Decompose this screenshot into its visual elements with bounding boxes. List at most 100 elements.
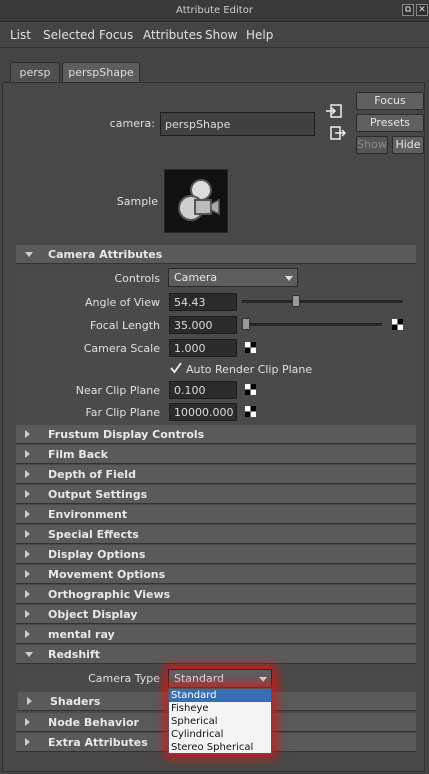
title-bar: Attribute Editor ⧉ ✕ [0,0,429,22]
section-title: Output Settings [48,488,148,501]
chevron-down-icon [259,677,267,682]
chevron-down-icon [285,276,293,281]
section-camera-attributes[interactable]: Camera Attributes [16,245,416,264]
node-label: camera: [109,117,155,130]
option-spherical[interactable]: Spherical [169,715,271,728]
section-display-options[interactable]: Display Options [16,545,416,564]
section-depth-of-field[interactable]: Depth of Field [16,465,416,484]
expand-arrow-icon [25,252,33,257]
menu-show[interactable]: Show [205,28,237,42]
tab-persp[interactable]: persp [10,62,60,82]
expand-arrow-icon [27,697,32,705]
angle-of-view-label: Angle of View [84,296,160,309]
camera-swatch-icon [178,179,220,221]
angle-of-view-slider[interactable] [242,300,403,303]
controls-label: Controls [114,272,161,285]
expand-arrow-icon [25,530,30,538]
controls-value: Camera [174,271,218,284]
camera-type-dropdown[interactable]: Standard [168,669,272,688]
camera-type-label: Camera Type [88,672,160,685]
tab-bar: persp perspShape [0,48,429,82]
window-title: Attribute Editor [176,5,253,16]
expand-arrow-icon [25,738,30,746]
expand-arrow-icon [25,630,30,638]
menu-list[interactable]: List [10,28,31,42]
menu-attributes[interactable]: Attributes [143,28,202,42]
camera-type-value: Standard [174,672,225,685]
section-movement-options[interactable]: Movement Options [16,565,416,584]
section-title: Extra Attributes [48,736,148,749]
expand-arrow-icon [25,570,30,578]
menu-help[interactable]: Help [246,28,273,42]
section-film-back[interactable]: Film Back [16,445,416,464]
focal-length-slider[interactable] [242,323,382,326]
input-connection-icon[interactable] [326,104,342,118]
focus-button[interactable]: Focus [356,92,424,110]
section-redshift[interactable]: Redshift [16,645,416,664]
section-title: Frustum Display Controls [48,428,205,441]
output-connection-icon[interactable] [330,126,346,140]
expand-arrow-icon [25,470,30,478]
angle-slider-thumb[interactable] [292,295,301,307]
section-title: Display Options [48,548,146,561]
sample-swatch [164,169,228,233]
camera-type-options: Standard Fisheye Spherical Cylindrical S… [168,688,272,754]
show-button[interactable]: Show [356,136,388,154]
section-title: Film Back [48,448,108,461]
section-title: Depth of Field [48,468,136,481]
menu-bar: List Selected Focus Attributes Show Help [0,22,429,48]
angle-of-view-field[interactable]: 54.43 [169,293,237,311]
map-texture-icon[interactable] [245,406,256,417]
expand-arrow-icon [25,652,33,657]
section-orthographic-views[interactable]: Orthographic Views [16,585,416,604]
map-texture-icon[interactable] [392,319,403,330]
auto-clip-label: Auto Render Clip Plane [186,363,313,376]
close-icon[interactable]: ✕ [416,4,428,16]
section-object-display[interactable]: Object Display [16,605,416,624]
map-texture-icon[interactable] [245,384,256,395]
tab-perspshape[interactable]: perspShape [62,62,140,82]
section-title: Environment [48,508,128,521]
checkbox-checked-icon[interactable] [170,362,182,374]
menu-selected[interactable]: Selected [43,28,95,42]
far-clip-label: Far Clip Plane [85,406,160,419]
section-title: Camera Attributes [48,248,163,261]
section-title: mental ray [48,628,115,641]
restore-icon[interactable]: ⧉ [402,4,414,16]
section-output-settings[interactable]: Output Settings [16,485,416,504]
node-name-field[interactable]: perspShape [160,112,315,136]
section-special-effects[interactable]: Special Effects [16,525,416,544]
expand-arrow-icon [25,490,30,498]
hide-button[interactable]: Hide [392,136,424,154]
expand-arrow-icon [25,610,30,618]
section-mental-ray[interactable]: mental ray [16,625,416,644]
section-title: Node Behavior [48,716,139,729]
controls-dropdown[interactable]: Camera [168,268,298,287]
presets-button[interactable]: Presets [356,114,424,132]
section-title: Orthographic Views [48,588,171,601]
near-clip-field[interactable]: 0.100 [169,381,237,399]
menu-focus[interactable]: Focus [99,28,133,42]
option-stereo-spherical[interactable]: Stereo Spherical [169,741,271,754]
section-environment[interactable]: Environment [16,505,416,524]
camera-scale-field[interactable]: 1.000 [169,339,237,357]
expand-arrow-icon [25,510,30,518]
option-fisheye[interactable]: Fisheye [169,702,271,715]
expand-arrow-icon [25,550,30,558]
camera-scale-label: Camera Scale [83,342,160,355]
far-clip-field[interactable]: 10000.000 [169,403,237,421]
sample-label: Sample [116,195,158,208]
section-title: Object Display [48,608,138,621]
section-title: Shaders [50,695,101,708]
option-standard[interactable]: Standard [169,689,271,702]
expand-arrow-icon [25,450,30,458]
focal-length-field[interactable]: 35.000 [169,316,237,334]
expand-arrow-icon [25,590,30,598]
option-cylindrical[interactable]: Cylindrical [169,728,271,741]
section-frustum[interactable]: Frustum Display Controls [16,425,416,444]
expand-arrow-icon [25,718,30,726]
focal-slider-thumb[interactable] [242,318,250,330]
focal-length-label: Focal Length [90,319,160,332]
map-texture-icon[interactable] [245,342,256,353]
near-clip-label: Near Clip Plane [75,384,160,397]
